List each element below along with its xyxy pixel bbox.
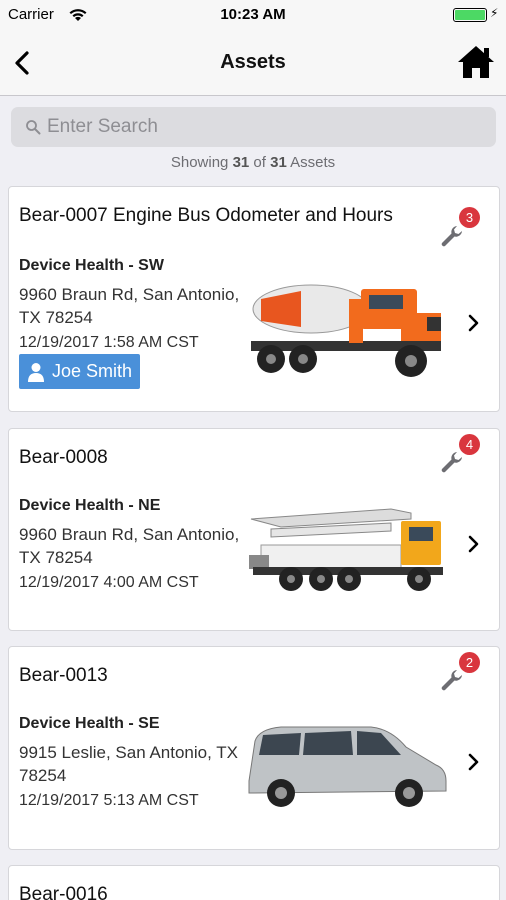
driver-name: Joe Smith: [52, 361, 133, 381]
battery-icon: [453, 8, 487, 22]
status-bar: Carrier 10:23 AM ⚡: [0, 0, 506, 30]
person-icon: [28, 362, 44, 382]
search-input[interactable]: [47, 107, 487, 147]
wrench-icon: [441, 226, 462, 247]
driver-button[interactable]: Joe Smith: [19, 354, 141, 389]
wrench-icon: [441, 670, 462, 691]
cement-mixer-truck-image: [251, 284, 441, 377]
back-button[interactable]: [8, 48, 38, 78]
asset-timestamp: 12/19/2017 1:58 AM CST: [19, 334, 199, 351]
asset-address: 9960 Braun Rd, San Antonio, TX 78254: [19, 285, 240, 327]
clock: 10:23 AM: [220, 6, 286, 23]
asset-group: Device Health - NE: [19, 497, 161, 514]
wrench-icon: [441, 452, 462, 473]
minivan-image: [248, 726, 447, 807]
alert-count-badge: 4: [459, 434, 480, 455]
navigation-bar: Assets: [0, 30, 506, 96]
chevron-right-icon: [468, 535, 479, 553]
asset-card[interactable]: Bear-0016: [8, 865, 500, 900]
alert-count-badge: 3: [459, 207, 480, 228]
asset-title: Bear-0013: [19, 665, 108, 686]
asset-address: 9915 Leslie, San Antonio, TX 78254: [19, 743, 238, 785]
chevron-right-icon: [468, 314, 479, 332]
search-bar[interactable]: [11, 107, 496, 147]
charging-bolt-icon: ⚡: [490, 6, 499, 20]
page-title: Assets: [220, 51, 286, 73]
asset-address: 9960 Braun Rd, San Antonio, TX 78254: [19, 525, 240, 567]
asset-title: Bear-0007 Engine Bus Odometer and Hours: [19, 205, 393, 226]
asset-group: Device Health - SE: [19, 715, 160, 732]
asset-title: Bear-0016: [19, 884, 108, 900]
asset-group: Device Health - SW: [19, 257, 164, 274]
search-icon: [26, 120, 41, 135]
concrete-pump-truck-image: [249, 508, 443, 591]
asset-card[interactable]: Bear-0007 Engine Bus Odometer and Hours …: [8, 186, 500, 412]
search-section: Showing 31 of 31 Assets: [0, 97, 506, 179]
asset-title: Bear-0008: [19, 447, 108, 468]
asset-card[interactable]: Bear-0013 2 Device Health - SE 9915 Lesl…: [8, 646, 500, 850]
home-button[interactable]: [456, 44, 496, 80]
results-count: Showing 31 of 31 Assets: [170, 154, 336, 171]
asset-timestamp: 12/19/2017 4:00 AM CST: [19, 574, 199, 591]
asset-card[interactable]: Bear-0008 4 Device Health - NE 9960 Brau…: [8, 428, 500, 631]
asset-timestamp: 12/19/2017 5:13 AM CST: [19, 792, 199, 809]
chevron-right-icon: [468, 753, 479, 771]
alert-count-badge: 2: [459, 652, 480, 673]
